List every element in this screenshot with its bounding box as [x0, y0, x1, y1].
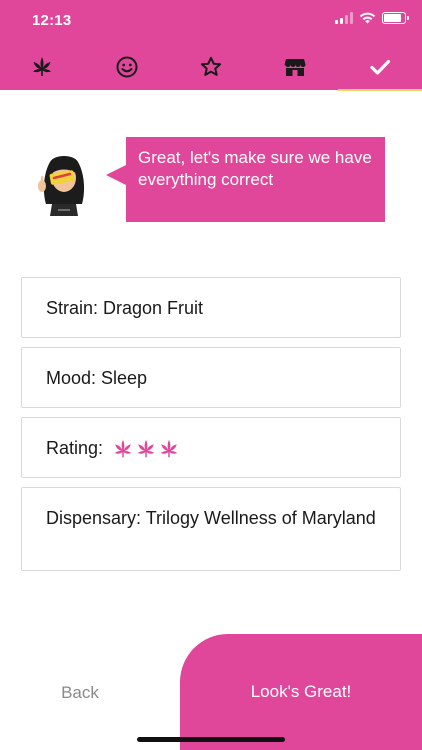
rating-label: Rating:	[46, 438, 104, 458]
assistant-message-text: Great, let's make sure we have everythin…	[138, 148, 372, 189]
strain-summary-card[interactable]: Strain: Dragon Fruit	[21, 277, 401, 338]
star-icon	[200, 56, 222, 76]
rating-leaf-icon	[160, 440, 178, 458]
tab-rating[interactable]	[169, 44, 253, 90]
home-indicator	[137, 737, 285, 742]
rating-leaves	[112, 438, 180, 460]
rating-summary-card[interactable]: Rating:	[21, 417, 401, 478]
mood-summary-card[interactable]: Mood: Sleep	[21, 347, 401, 408]
dispensary-text: Dispensary: Trilogy Wellness of Maryland	[46, 508, 376, 528]
back-button-label: Back	[61, 683, 99, 702]
rating-leaf-icon	[114, 440, 132, 458]
confirm-button[interactable]: Look's Great!	[180, 634, 422, 750]
storefront-icon	[284, 59, 306, 76]
tab-strain[interactable]	[0, 44, 84, 90]
assistant-avatar-icon	[38, 156, 85, 216]
dispensary-summary-card[interactable]: Dispensary: Trilogy Wellness of Maryland	[21, 487, 401, 571]
tab-mood[interactable]	[84, 44, 168, 90]
cannabis-leaf-icon	[33, 57, 52, 76]
assistant-message-bubble: Great, let's make sure we have everythin…	[106, 137, 385, 222]
cellular-signal-icon	[335, 12, 353, 24]
tab-review[interactable]	[337, 44, 422, 91]
top-bar: 12:13	[0, 0, 422, 91]
status-bar: 12:13	[0, 0, 422, 42]
mood-text: Mood: Sleep	[46, 368, 148, 388]
back-button[interactable]: Back	[20, 675, 140, 711]
status-icons	[335, 12, 409, 24]
battery-icon	[382, 12, 409, 24]
strain-text: Strain: Dragon Fruit	[46, 298, 204, 318]
smiley-icon	[116, 56, 138, 78]
wifi-icon	[359, 12, 376, 24]
tab-dispensary[interactable]	[253, 44, 337, 90]
status-time: 12:13	[32, 12, 72, 29]
checkmark-icon	[370, 59, 390, 75]
rating-leaf-icon	[137, 440, 155, 458]
tab-bar	[0, 44, 422, 91]
confirm-button-label: Look's Great!	[250, 682, 352, 701]
